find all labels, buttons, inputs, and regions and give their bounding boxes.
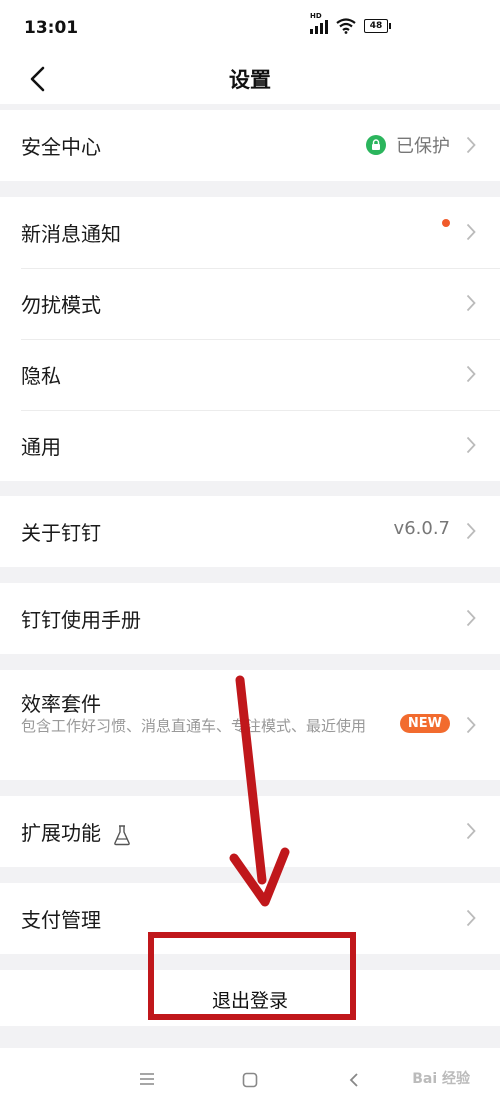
- chevron-right-icon: [466, 223, 476, 241]
- back-nav-icon[interactable]: [348, 1072, 360, 1088]
- chevron-right-icon: [466, 294, 476, 312]
- status-icons: HD 48: [310, 12, 391, 34]
- security-status-text: 已保护: [396, 136, 450, 157]
- status-bar: 13:01 HD 48: [0, 0, 500, 58]
- group-manual: 钉钉使用手册: [0, 583, 500, 654]
- row-dnd[interactable]: 勿扰模式: [0, 268, 500, 339]
- row-notifications[interactable]: 新消息通知: [0, 197, 500, 268]
- group-security: 安全中心 已保护: [0, 110, 500, 181]
- notifications-label: 新消息通知: [21, 222, 121, 246]
- unread-dot-icon: [442, 219, 450, 227]
- row-about[interactable]: 关于钉钉 v6.0.7: [0, 496, 500, 567]
- annotation-highlight-box: [148, 932, 356, 1020]
- new-badge: NEW: [399, 714, 450, 733]
- manual-label: 钉钉使用手册: [21, 608, 141, 632]
- version-text: v6.0.7: [393, 518, 450, 539]
- chevron-right-icon: [466, 822, 476, 840]
- chevron-right-icon: [466, 716, 476, 734]
- efficiency-badge-area: NEW: [399, 714, 450, 733]
- chevron-right-icon: [466, 436, 476, 454]
- status-time: 13:01: [24, 18, 79, 38]
- page-title: 设置: [229, 68, 271, 92]
- dnd-label: 勿扰模式: [21, 293, 101, 317]
- flask-icon: [114, 824, 131, 845]
- chevron-right-icon: [466, 365, 476, 383]
- payment-label: 支付管理: [21, 908, 101, 932]
- chevron-right-icon: [466, 136, 476, 154]
- nav-bar: 设置: [0, 58, 500, 104]
- security-center-label: 安全中心: [21, 135, 101, 159]
- home-icon[interactable]: [242, 1072, 258, 1088]
- privacy-label: 隐私: [21, 364, 61, 388]
- extensions-label-text: 扩展功能: [21, 821, 101, 845]
- about-label: 关于钉钉: [21, 521, 101, 545]
- chevron-right-icon: [466, 609, 476, 627]
- lock-icon: [366, 135, 386, 155]
- row-efficiency[interactable]: 效率套件 包含工作好习惯、消息直通车、专注模式、最近使用 NEW: [0, 670, 500, 780]
- general-label: 通用: [21, 435, 61, 459]
- row-extensions[interactable]: 扩展功能: [0, 796, 500, 867]
- chevron-right-icon: [466, 522, 476, 540]
- efficiency-description: 包含工作好习惯、消息直通车、专注模式、最近使用: [21, 717, 367, 735]
- watermark-logo: Bai 经验: [412, 1071, 470, 1087]
- group-extensions: 扩展功能: [0, 796, 500, 867]
- chevron-right-icon: [466, 909, 476, 927]
- group-general: 新消息通知 勿扰模式 隐私 通用: [0, 197, 500, 481]
- battery-icon: 48: [364, 19, 391, 33]
- hd-label: HD: [310, 12, 322, 20]
- wifi-icon: [336, 18, 356, 34]
- efficiency-label: 效率套件: [21, 692, 101, 716]
- row-security-center[interactable]: 安全中心 已保护: [0, 110, 500, 181]
- group-efficiency: 效率套件 包含工作好习惯、消息直通车、专注模式、最近使用 NEW: [0, 670, 500, 780]
- group-about: 关于钉钉 v6.0.7: [0, 496, 500, 567]
- notification-indicator: [442, 219, 450, 227]
- row-general[interactable]: 通用: [0, 410, 500, 481]
- version-info: v6.0.7: [394, 518, 450, 539]
- security-status: 已保护: [366, 132, 450, 158]
- menu-icon[interactable]: [138, 1072, 156, 1086]
- signal-icon: HD: [310, 12, 328, 34]
- extensions-label: 扩展功能: [21, 817, 131, 846]
- row-manual[interactable]: 钉钉使用手册: [0, 583, 500, 654]
- row-privacy[interactable]: 隐私: [0, 339, 500, 410]
